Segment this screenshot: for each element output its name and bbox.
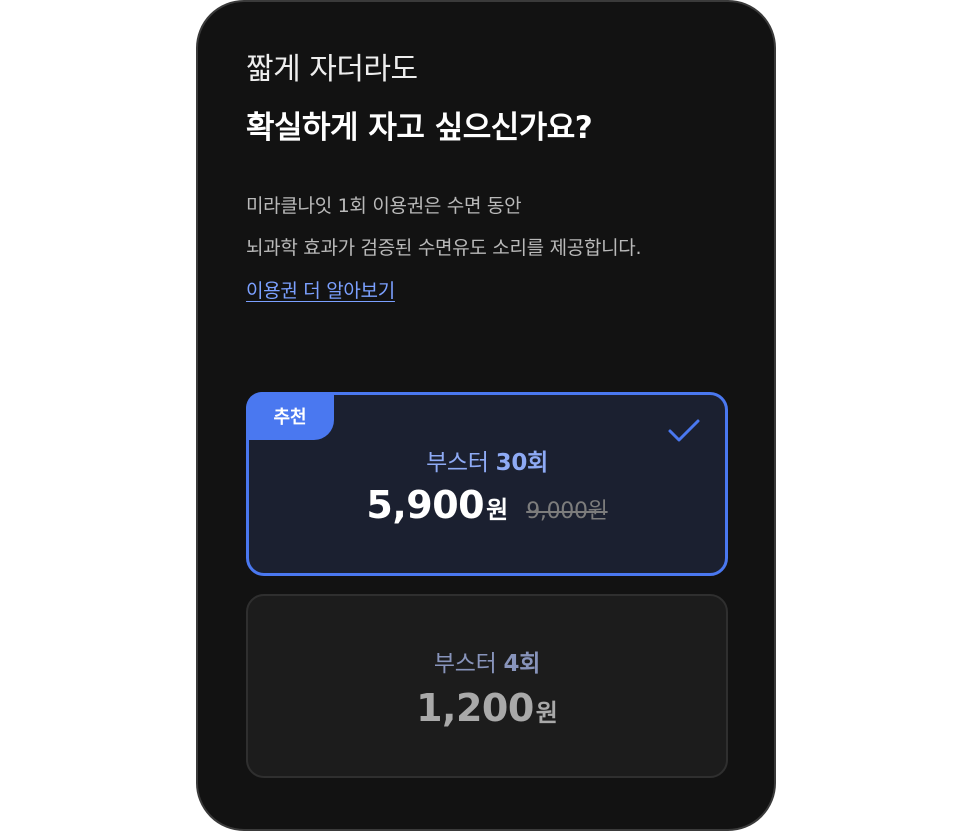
price-unit: 원 — [486, 496, 509, 524]
description-line: 미라클나잇 1회 이용권은 수면 동안 — [246, 195, 522, 217]
price-row: 1,200 원 — [248, 686, 726, 730]
price-unit: 원 — [535, 699, 558, 727]
plan-count: 4회 — [503, 651, 541, 677]
intro-subtitle: 짧게 자더라도 — [246, 52, 418, 87]
plan-name: 부스터 30회 — [249, 443, 725, 477]
plan-option-booster-30[interactable]: 추천 부스터 30회 5,900 원 9,000원 — [246, 392, 728, 576]
intro-title: 확실하게 자고 싶으신가요? — [246, 110, 593, 146]
plan-option-booster-4[interactable]: 부스터 4회 1,200 원 — [246, 594, 728, 778]
plan-name-prefix: 부스터 — [433, 651, 504, 677]
price-row: 5,900 원 9,000원 — [249, 483, 725, 527]
plan-name: 부스터 4회 — [248, 644, 726, 678]
price-value: 5,900 — [366, 483, 485, 527]
recommended-badge: 추천 — [246, 392, 334, 440]
plan-name-prefix: 부스터 — [426, 450, 496, 476]
phone-screen: 짧게 자더라도 확실하게 자고 싶으신가요? 미라클나잇 1회 이용권은 수면 … — [196, 0, 776, 831]
price-value: 1,200 — [416, 686, 534, 730]
learn-more-link[interactable]: 이용권 더 알아보기 — [246, 276, 395, 303]
original-price: 9,000원 — [526, 499, 608, 524]
description-line: 뇌과학 효과가 검증된 수면유도 소리를 제공합니다. — [246, 237, 642, 259]
plan-count: 30회 — [495, 450, 549, 476]
description: 미라클나잇 1회 이용권은 수면 동안 뇌과학 효과가 검증된 수면유도 소리를… — [246, 185, 642, 269]
checkmark-icon — [668, 419, 700, 442]
